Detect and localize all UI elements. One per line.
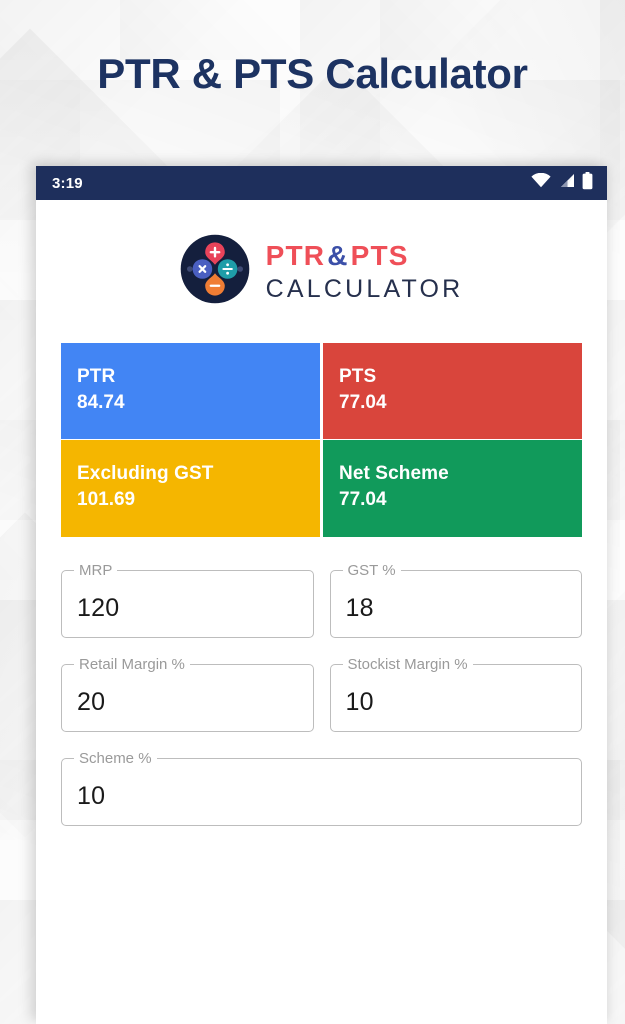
retail-margin-field[interactable]: Retail Margin % 20 [61, 655, 314, 732]
tile-value: 77.04 [339, 489, 387, 511]
stockist-margin-field[interactable]: Stockist Margin % 10 [329, 655, 582, 732]
divide-node [217, 259, 237, 279]
field-value[interactable]: 18 [346, 594, 374, 623]
page-title: PTR & PTS Calculator [97, 50, 528, 97]
wifi-icon [531, 172, 551, 193]
mrp-field[interactable]: MRP 120 [61, 561, 314, 638]
tile-ptr: PTR 84.74 [61, 343, 320, 440]
wordmark-pts: PTS [350, 239, 409, 271]
wordmark-ptr: PTR [265, 239, 326, 271]
calculator-form: MRP 120 GST % 18 Retail Margin % 20 Stoc… [61, 561, 582, 826]
phone-screenshot-frame: 3:19 PTR&PTS CALCULATOR PTR 84.74 PTS 77… [36, 166, 607, 1024]
form-row: Retail Margin % 20 Stockist Margin % 10 [61, 655, 582, 732]
field-label: Scheme % [74, 749, 157, 767]
scheme-percent-field[interactable]: Scheme % 10 [61, 749, 582, 826]
wordmark-primary: PTR&PTS [265, 239, 464, 271]
battery-icon [582, 171, 593, 195]
cellular-signal-icon [558, 173, 575, 193]
tile-value: 77.04 [339, 391, 387, 413]
tile-label: Excluding GST [77, 463, 214, 485]
tile-pts: PTS 77.04 [323, 343, 582, 440]
wordmark-subtitle: CALCULATOR [265, 274, 464, 303]
wordmark-ampersand: & [327, 239, 349, 271]
field-value[interactable]: 120 [77, 594, 119, 623]
tile-value: 101.69 [77, 489, 136, 511]
tile-net-scheme: Net Scheme 77.04 [323, 440, 582, 537]
status-bar-clock: 3:19 [52, 174, 83, 192]
status-bar-icons [531, 171, 593, 195]
results-grid: PTR 84.74 PTS 77.04 Excluding GST 101.69… [61, 343, 582, 537]
app-logo: PTR&PTS CALCULATOR [36, 200, 607, 331]
field-label: Retail Margin % [74, 655, 190, 673]
field-outline [61, 757, 582, 826]
field-label: GST % [342, 561, 401, 579]
tile-label: Net Scheme [339, 463, 449, 485]
multiply-node [192, 259, 212, 279]
field-value[interactable]: 10 [346, 688, 374, 717]
tile-label: PTR [77, 366, 116, 387]
field-label: MRP [74, 561, 118, 579]
tile-value: 84.74 [77, 391, 125, 413]
tile-excluding-gst: Excluding GST 101.69 [61, 440, 320, 537]
form-row: Scheme % 10 [61, 749, 582, 826]
field-label: Stockist Margin % [342, 655, 473, 673]
status-bar: 3:19 [36, 166, 607, 200]
gst-percent-field[interactable]: GST % 18 [329, 561, 582, 638]
app-wordmark: PTR&PTS CALCULATOR [265, 239, 464, 303]
field-value[interactable]: 10 [77, 782, 105, 811]
field-value[interactable]: 20 [77, 688, 105, 717]
ptr-pts-calculator-logo-mark [180, 234, 250, 309]
form-row: MRP 120 GST % 18 [61, 561, 582, 638]
tile-label: PTS [339, 366, 377, 387]
